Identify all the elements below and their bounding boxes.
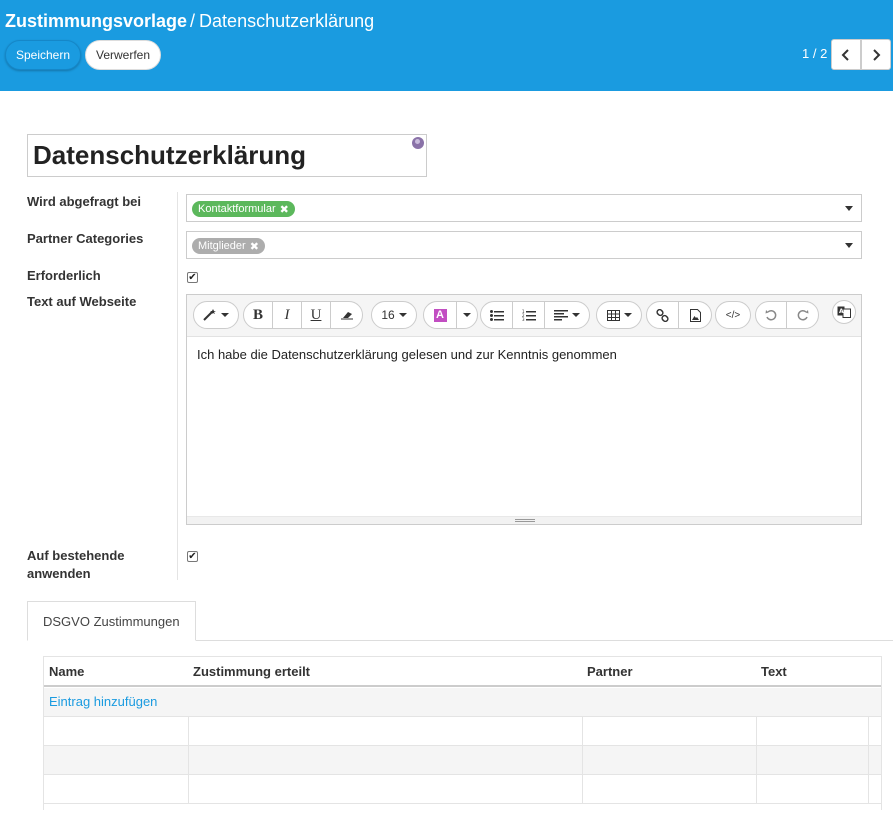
- pager-value[interactable]: 1 / 2: [802, 46, 827, 61]
- tab-bar-border: [196, 640, 893, 641]
- column-divider: [756, 717, 757, 804]
- tag-remove-icon[interactable]: ✖: [280, 203, 289, 216]
- asked-at-label: Wird abgefragt bei: [27, 194, 142, 209]
- required-label: Erforderlich: [27, 268, 101, 283]
- apply-existing-checkbox[interactable]: ✔: [187, 551, 198, 562]
- table-row-add: Eintrag hinzufügen: [44, 688, 881, 717]
- column-header-partner[interactable]: Partner: [587, 664, 633, 679]
- unordered-list-button[interactable]: [481, 302, 513, 328]
- font-size-dropdown[interactable]: 16: [372, 302, 416, 328]
- color-group: A: [423, 301, 478, 329]
- magic-wand-icon: [203, 309, 216, 321]
- link-icon: [656, 308, 669, 322]
- apply-existing-label: Auf bestehende anwenden: [27, 547, 125, 583]
- breadcrumb: Zustimmungsvorlage / Datenschutzerklärung: [5, 11, 374, 32]
- breadcrumb-separator: /: [190, 11, 196, 31]
- link-button[interactable]: [647, 302, 679, 328]
- control-panel: Zustimmungsvorlage / Datenschutzerklärung …: [0, 0, 893, 91]
- consents-table: Name Zustimmung erteilt Partner Text Ein…: [43, 656, 882, 810]
- chevron-left-icon: [841, 48, 849, 61]
- paragraph-align-dropdown[interactable]: [545, 302, 589, 328]
- tag-remove-icon[interactable]: ✖: [250, 240, 259, 253]
- caret-down-icon[interactable]: [845, 243, 853, 248]
- pager-next-button[interactable]: [861, 39, 891, 70]
- undo-icon: [765, 309, 777, 321]
- svg-text:A: A: [839, 308, 844, 315]
- column-header-text[interactable]: Text: [761, 664, 787, 679]
- image-button[interactable]: [679, 302, 711, 328]
- breadcrumb-root[interactable]: Zustimmungsvorlage: [5, 11, 187, 31]
- table-dropdown[interactable]: [597, 302, 641, 328]
- text-color-button[interactable]: A: [424, 302, 457, 328]
- style-group: [193, 301, 239, 329]
- translate-icon[interactable]: A: [832, 300, 856, 324]
- list-group: 123: [480, 301, 590, 329]
- codeview-button[interactable]: </>: [716, 302, 750, 328]
- font-color-icon: A: [433, 308, 447, 322]
- editor-content[interactable]: Ich habe die Datenschutzerklärung gelese…: [197, 347, 617, 362]
- title-value: Datenschutzerklärung: [33, 140, 307, 170]
- column-header-consent-given[interactable]: Zustimmung erteilt: [193, 664, 310, 679]
- list-ul-icon: [489, 309, 504, 321]
- website-text-label: Text auf Webseite: [27, 294, 137, 309]
- column-divider: [582, 717, 583, 804]
- column-header-name[interactable]: Name: [49, 664, 84, 679]
- font-size-group: 16: [371, 301, 417, 329]
- eraser-button[interactable]: [331, 302, 362, 328]
- tag-mitglieder: Mitglieder ✖: [192, 238, 265, 254]
- asked-at-field[interactable]: Kontaktformular ✖: [186, 194, 862, 222]
- table-icon: [606, 309, 620, 321]
- list-ol-icon: 123: [522, 309, 536, 321]
- language-icon: A: [837, 306, 851, 318]
- column-divider: [188, 717, 189, 804]
- table-group: [596, 301, 642, 329]
- font-size-value: 16: [381, 308, 395, 322]
- column-divider: [868, 717, 869, 804]
- editor-toolbar: B I U 16 A 123 </>: [187, 295, 861, 337]
- caret-down-icon[interactable]: [845, 206, 853, 211]
- bold-button[interactable]: B: [244, 302, 273, 328]
- discard-button[interactable]: Verwerfen: [85, 40, 161, 70]
- add-line-link[interactable]: Eintrag hinzufügen: [49, 694, 157, 709]
- history-group: [755, 301, 819, 329]
- tag-kontaktformular: Kontaktformular ✖: [192, 201, 295, 217]
- color-dropdown-button[interactable]: [457, 302, 477, 328]
- required-checkbox[interactable]: ✔: [187, 272, 198, 283]
- editor-resize-handle[interactable]: [187, 516, 861, 524]
- redo-icon: [797, 309, 808, 321]
- tag-label: Kontaktformular: [198, 203, 276, 215]
- tab-dsgvo-zustimmungen[interactable]: DSGVO Zustimmungen: [27, 601, 196, 641]
- style-button[interactable]: [194, 302, 238, 328]
- save-button[interactable]: Speichern: [5, 40, 81, 70]
- font-style-group: B I U: [243, 301, 363, 329]
- ordered-list-button[interactable]: 123: [513, 302, 545, 328]
- italic-button[interactable]: I: [273, 302, 302, 328]
- partner-categories-label: Partner Categories: [27, 231, 144, 246]
- apply-existing-label-line2: anwenden: [27, 566, 91, 581]
- svg-text:3: 3: [522, 317, 525, 321]
- chevron-right-icon: [873, 48, 881, 61]
- picture-icon: [689, 308, 701, 322]
- undo-button[interactable]: [756, 302, 787, 328]
- eraser-icon: [340, 312, 353, 320]
- codeview-group: </>: [715, 301, 751, 329]
- html-editor: B I U 16 A 123 </> Ich habe die Datensch…: [186, 294, 862, 525]
- breadcrumb-current: Datenschutzerklärung: [199, 11, 375, 31]
- label-divider: [177, 192, 178, 580]
- redo-button[interactable]: [787, 302, 818, 328]
- globe-icon[interactable]: [412, 137, 424, 149]
- table-header: Name Zustimmung erteilt Partner Text: [44, 657, 881, 687]
- apply-existing-label-line1: Auf bestehende: [27, 548, 125, 563]
- insert-group: [646, 301, 712, 329]
- tag-label: Mitglieder: [198, 240, 246, 252]
- pager-previous-button[interactable]: [831, 39, 861, 70]
- partner-categories-field[interactable]: Mitglieder ✖: [186, 231, 862, 259]
- title-field[interactable]: Datenschutzerklärung: [27, 134, 427, 177]
- align-left-icon: [554, 309, 568, 320]
- underline-button[interactable]: U: [302, 302, 331, 328]
